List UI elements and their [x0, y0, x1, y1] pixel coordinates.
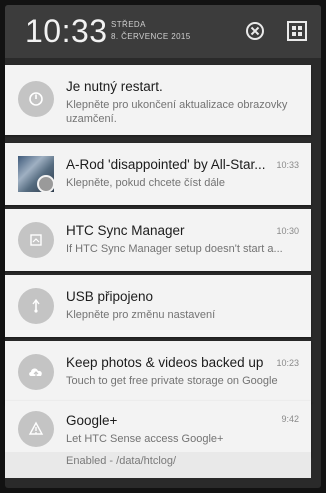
notification-restart[interactable]: Je nutný restart. Klepněte pro ukončení … [5, 65, 311, 135]
warning-icon [18, 411, 54, 447]
close-circle-icon [246, 22, 264, 40]
notification-text: If HTC Sync Manager setup doesn't start … [66, 243, 283, 255]
notification-title: Google+ [66, 413, 118, 428]
news-photo [18, 156, 54, 192]
cloud-upload-icon [18, 354, 54, 390]
sync-icon [18, 222, 54, 258]
notification-time: 9:42 [281, 414, 299, 424]
notification-usb[interactable]: USB připojeno Klepněte pro změnu nastave… [5, 275, 311, 337]
notification-title: A-Rod 'disappointed' by All-Star... [66, 157, 266, 172]
peek-text: Enabled - /data/htclog/ [66, 455, 177, 467]
notification-title: HTC Sync Manager [66, 223, 185, 238]
news-badge-icon [37, 175, 54, 192]
notification-title: Je nutný restart. [66, 79, 163, 94]
notification-text: Klepněte pro změnu nastavení [66, 309, 216, 321]
power-icon [18, 81, 54, 117]
shade-header: 10:33 STŘEDA 8. ČERVENCE 2015 [5, 5, 321, 58]
notification-peek[interactable]: Enabled - /data/htclog/ [5, 452, 311, 478]
notification-text: Let HTC Sense access Google+ [66, 433, 224, 445]
clock: 10:33 [25, 13, 108, 49]
notification-news[interactable]: A-Rod 'disappointed' by All-Star... 10:3… [5, 143, 311, 205]
notification-time: 10:23 [276, 358, 299, 368]
notification-backup[interactable]: Keep photos & videos backed up 10:23 Tou… [5, 341, 311, 403]
notification-htc-sync[interactable]: HTC Sync Manager 10:30 If HTC Sync Manag… [5, 209, 311, 271]
notification-text: Klepněte, pokud chcete číst dále [66, 177, 225, 189]
date: 8. ČERVENCE 2015 [111, 32, 191, 41]
notification-time: 10:33 [276, 160, 299, 170]
usb-icon [18, 288, 54, 324]
quick-settings-icon [287, 21, 307, 41]
notification-google-plus[interactable]: Google+ 9:42 Let HTC Sense access Google… [5, 401, 311, 457]
notification-title: USB připojeno [66, 289, 154, 304]
notification-text: Touch to get free private storage on Goo… [66, 375, 278, 387]
quick-settings-button[interactable] [285, 19, 309, 43]
notification-text: Klepněte pro ukončení aktualizace obrazo… [66, 99, 288, 125]
notification-title: Keep photos & videos backed up [66, 355, 264, 370]
weekday: STŘEDA [111, 20, 146, 29]
clear-all-button[interactable] [243, 19, 267, 43]
notification-time: 10:30 [276, 226, 299, 236]
